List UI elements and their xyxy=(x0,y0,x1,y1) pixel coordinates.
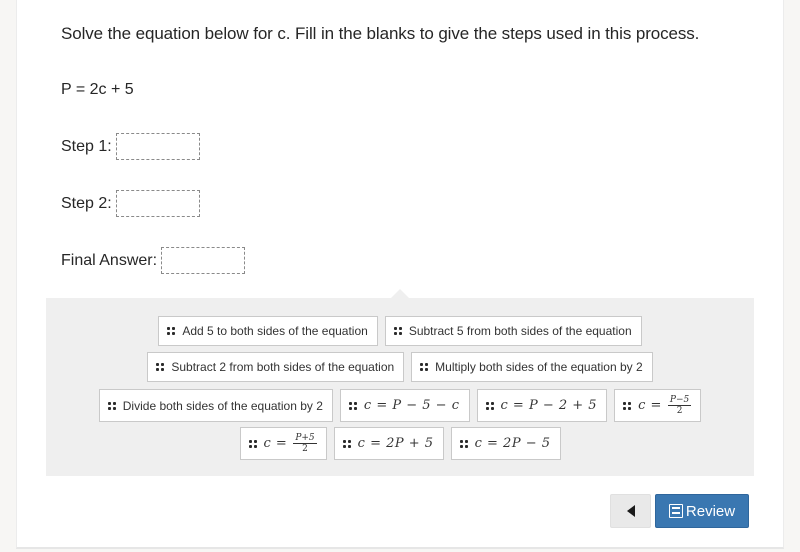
tile-divide-2[interactable]: Divide both sides of the equation by 2 xyxy=(98,389,333,422)
tile-text: Divide both sides of the equation by 2 xyxy=(122,398,323,413)
step-2-label: Step 2: xyxy=(61,194,112,212)
tile-add-5[interactable]: Add 5 to both sides of the equation xyxy=(158,316,378,346)
navigation-bar: Review xyxy=(610,494,749,528)
question-prompt: Solve the equation below for c. Fill in … xyxy=(61,24,700,43)
tile-subtract-2[interactable]: Subtract 2 from both sides of the equati… xyxy=(147,352,405,382)
tile-text: Subtract 2 from both sides of the equati… xyxy=(171,360,395,374)
fraction: P+5 2 xyxy=(293,433,317,454)
tile-text: Subtract 5 from both sides of the equati… xyxy=(408,324,632,338)
tile-eq-c-2p-plus-5[interactable]: c = 2P + 5 xyxy=(333,427,444,460)
triangle-left-icon xyxy=(626,505,635,517)
final-answer-row: Final Answer: xyxy=(61,247,246,274)
drag-handle-icon xyxy=(623,401,632,410)
drag-handle-icon xyxy=(420,363,429,371)
review-button[interactable]: Review xyxy=(655,494,749,528)
tile-subtract-5[interactable]: Subtract 5 from both sides of the equati… xyxy=(384,316,642,346)
given-equation: P = 2c + 5 xyxy=(61,81,134,98)
final-answer-drop-zone[interactable] xyxy=(161,247,246,274)
step-2-row: Step 2: xyxy=(61,190,200,217)
review-label: Review xyxy=(685,502,736,520)
tile-math: c = P − 2 + 5 xyxy=(500,398,598,413)
step-1-label: Step 1: xyxy=(61,137,112,155)
tile-multiply-2[interactable]: Multiply both sides of the equation by 2 xyxy=(411,352,653,382)
tile-eq-c-p-minus-5-minus-c[interactable]: c = P − 5 − c xyxy=(339,389,470,422)
tile-eq-c-p-plus-5-over-2[interactable]: c = P+5 2 xyxy=(239,427,327,460)
step-2-drop-zone[interactable] xyxy=(115,190,200,217)
tile-text: Add 5 to both sides of the equation xyxy=(182,324,368,338)
tile-row: Divide both sides of the equation by 2 c… xyxy=(46,389,754,422)
drag-handle-icon xyxy=(393,327,402,335)
drag-handle-icon xyxy=(459,439,468,448)
drag-handle-icon xyxy=(107,401,116,410)
tile-math: c = P − 5 − c xyxy=(363,398,460,413)
drag-handle-icon xyxy=(167,327,176,335)
back-button[interactable] xyxy=(610,494,651,528)
tile-math: c = xyxy=(638,398,662,413)
tile-math: c = 2P + 5 xyxy=(357,436,434,451)
tile-row: c = P+5 2 c = 2P + 5 c = 2P − 5 xyxy=(46,427,754,460)
drag-handle-icon xyxy=(342,439,351,448)
drag-handle-icon xyxy=(348,401,357,410)
drag-handle-icon xyxy=(156,363,165,371)
question-card: Solve the equation below for c. Fill in … xyxy=(16,0,784,549)
fraction: P−5 2 xyxy=(667,395,692,416)
tile-math: c = 2P − 5 xyxy=(474,436,551,451)
answer-bank: Add 5 to both sides of the equation Subt… xyxy=(46,289,754,476)
tile-text: Multiply both sides of the equation by 2 xyxy=(435,360,643,374)
drag-handle-icon xyxy=(248,439,257,448)
tile-math: c = xyxy=(263,436,288,451)
tile-row: Add 5 to both sides of the equation Subt… xyxy=(46,316,754,346)
drag-handle-icon xyxy=(485,401,494,410)
tile-eq-c-p-minus-2-plus-5[interactable]: c = P − 2 + 5 xyxy=(476,389,608,422)
review-list-icon xyxy=(668,504,683,518)
tile-eq-c-p-minus-5-over-2[interactable]: c = P−5 2 xyxy=(614,389,702,422)
tile-row: Subtract 2 from both sides of the equati… xyxy=(46,352,754,382)
step-1-drop-zone[interactable] xyxy=(115,133,200,160)
tile-eq-c-2p-minus-5[interactable]: c = 2P − 5 xyxy=(450,427,561,460)
final-answer-label: Final Answer: xyxy=(61,251,158,269)
bank-notch xyxy=(391,289,409,298)
step-1-row: Step 1: xyxy=(61,133,200,160)
